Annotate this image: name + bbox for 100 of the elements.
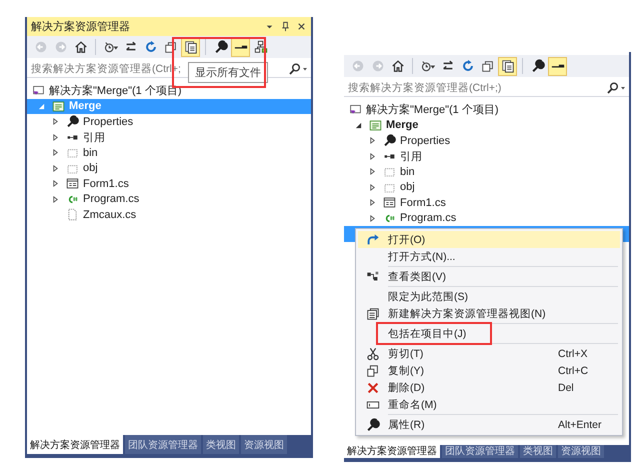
tree-item[interactable]: Form1.cs: [27, 176, 311, 192]
form-icon: [66, 177, 79, 190]
collapsed-arrow-icon[interactable]: [369, 137, 376, 144]
menu-item[interactable]: 包括在项目中(J): [358, 325, 620, 342]
collapsed-arrow-icon[interactable]: [369, 214, 376, 222]
panel-tab[interactable]: 类视图: [203, 435, 239, 454]
collapsed-arrow-icon[interactable]: [369, 199, 376, 206]
refresh-icon: [144, 40, 158, 54]
form-icon: [383, 196, 396, 210]
tree-item[interactable]: bin: [344, 164, 629, 180]
back-icon: [350, 59, 364, 73]
tree-item[interactable]: Zmcaux.cs: [27, 207, 311, 222]
history-icon: [420, 59, 434, 73]
shortcut-label: Alt+Enter: [558, 418, 602, 430]
tree-item[interactable]: 引用: [27, 130, 311, 145]
collapsed-arrow-icon[interactable]: [52, 164, 59, 172]
back-icon: [34, 40, 48, 54]
pin-icon[interactable]: [280, 21, 291, 32]
panel-title: 解决方案资源管理器: [31, 20, 131, 34]
panel-tab[interactable]: 团队资源管理器: [125, 435, 201, 454]
open-icon: [366, 232, 380, 246]
history-icon: [104, 40, 118, 54]
panel-tab[interactable]: 解决方案资源管理器: [27, 435, 123, 454]
tree-item-label: Zmcaux.cs: [83, 208, 136, 221]
menu-item[interactable]: 复制(Y) Ctrl+C: [358, 362, 620, 379]
tree-item-label: Properties: [400, 134, 450, 147]
tree-item-label: bin: [83, 146, 98, 159]
collapse-icon: [480, 59, 494, 73]
collapsed-arrow-icon[interactable]: [52, 134, 59, 141]
delete-icon: [366, 380, 380, 394]
tree-item-label: Merge: [386, 119, 418, 132]
panel-tab[interactable]: 资源视图: [241, 435, 287, 454]
tree-item[interactable]: obj: [344, 180, 629, 195]
tree-item[interactable]: 引用: [344, 148, 629, 164]
scissors-icon: [366, 346, 380, 360]
search-icon[interactable]: [606, 82, 626, 94]
collapsed-arrow-icon[interactable]: [52, 118, 59, 126]
tree-item-label: Program.cs: [400, 212, 456, 224]
menu-item[interactable]: 删除(D) Del: [358, 379, 620, 396]
show-all-files-icon: [184, 40, 198, 54]
menu-item[interactable]: 打开方式(N)...: [358, 248, 620, 265]
solution-icon: [349, 103, 362, 116]
tree-item-label: obj: [400, 181, 415, 194]
tree-item[interactable]: Program.cs: [344, 210, 629, 226]
collapsed-arrow-icon[interactable]: [369, 184, 376, 191]
search-icon[interactable]: [288, 62, 308, 74]
menu-item[interactable]: 剪切(T) Ctrl+X: [358, 345, 620, 362]
tree-item[interactable]: bin: [27, 145, 311, 160]
project-icon: [369, 118, 382, 132]
file-icon: [66, 208, 79, 222]
collapsed-arrow-icon[interactable]: [52, 196, 59, 203]
menu-item[interactable]: 重命名(M): [358, 396, 620, 413]
project-icon: [52, 100, 65, 113]
search-field[interactable]: 搜索解决方案资源管理器(Ctrl+;): [344, 79, 629, 97]
tree-item-label: Form1.cs: [83, 178, 129, 190]
tree-item-label: bin: [400, 166, 415, 178]
collapsed-arrow-icon[interactable]: [52, 149, 59, 156]
forward-icon: [370, 59, 384, 73]
tree-item-label: Merge: [69, 100, 102, 112]
tooltip: 显示所有文件: [188, 62, 268, 83]
menu-item[interactable]: 打开(O): [358, 231, 620, 248]
toolbar-button[interactable]: [498, 56, 517, 76]
new-view-icon: [366, 306, 380, 320]
expanded-arrow-icon[interactable]: [355, 122, 362, 129]
class-diagram-icon: [366, 270, 380, 284]
tree-item-label: Form1.cs: [400, 196, 446, 209]
home-icon: [390, 59, 404, 73]
tree-item-label: Properties: [83, 116, 134, 128]
tree-item-label: 引用: [83, 130, 105, 145]
tree-item-label: Program.cs: [83, 193, 140, 206]
collapsed-arrow-icon[interactable]: [52, 180, 59, 188]
show-all-files-icon: [500, 59, 514, 73]
menu-item[interactable]: 查看类图(V): [358, 268, 620, 285]
shortcut-label: Ctrl+X: [558, 348, 588, 360]
toolbar-button[interactable]: [548, 56, 567, 76]
tree-item[interactable]: Properties: [27, 114, 311, 130]
panel-tab[interactable]: 类视图: [520, 445, 556, 458]
tree-item[interactable]: obj: [27, 160, 311, 176]
menu-item[interactable]: 新建解决方案资源管理器视图(N): [358, 305, 620, 322]
home-icon: [74, 40, 88, 54]
tree-item-label: 引用: [400, 150, 422, 164]
tree-item-label: 解决方案"Merge"(1 个项目): [366, 102, 498, 118]
tree-item[interactable]: Form1.cs: [344, 195, 629, 210]
tree-item[interactable]: Properties: [344, 133, 629, 148]
forward-icon: [54, 40, 68, 54]
tree-item[interactable]: Merge: [344, 118, 629, 133]
tree-item[interactable]: Program.cs: [27, 192, 311, 207]
solution-icon: [32, 84, 45, 98]
panel-tab[interactable]: 团队资源管理器: [442, 445, 518, 458]
collapsed-arrow-icon[interactable]: [369, 168, 376, 176]
panel-tab[interactable]: 资源视图: [558, 445, 604, 458]
tree-item[interactable]: 解决方案"Merge"(1 个项目): [344, 102, 629, 118]
menu-item[interactable]: 属性(R) Alt+Enter: [358, 416, 620, 433]
shortcut-label: Ctrl+C: [558, 364, 590, 376]
copy-icon: [366, 364, 380, 378]
close-icon[interactable]: [296, 21, 307, 32]
tree-item-label: obj: [83, 162, 98, 174]
collapsed-arrow-icon[interactable]: [369, 152, 376, 160]
menu-item[interactable]: 限定为此范围(S): [358, 288, 620, 305]
panel-tab[interactable]: 解决方案资源管理器: [344, 445, 440, 458]
